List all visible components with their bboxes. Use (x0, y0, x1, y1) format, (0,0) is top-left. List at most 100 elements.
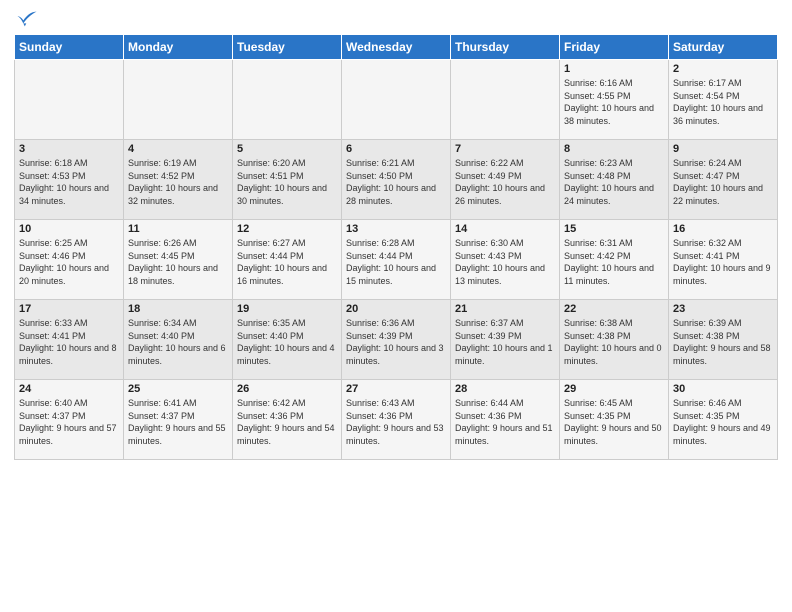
calendar-cell: 9Sunrise: 6:24 AM Sunset: 4:47 PM Daylig… (669, 140, 778, 220)
day-number: 12 (237, 223, 337, 235)
weekday-header-friday: Friday (560, 35, 669, 60)
calendar-cell: 30 Sunrise: 6:46 AM Sunset: 4:35 PM Dayli… (669, 380, 778, 460)
day-info: Sunrise: 6:23 AM Sunset: 4:48 PM Dayligh… (564, 157, 664, 207)
week-row-4: 24 Sunrise: 6:40 AM Sunset: 4:37 PM Dayli… (15, 380, 778, 460)
calendar-cell: 29 Sunrise: 6:45 AM Sunset: 4:35 PM Dayli… (560, 380, 669, 460)
day-number: 26 (237, 383, 337, 395)
day-info: Sunrise: 6:20 AM Sunset: 4:51 PM Dayligh… (237, 157, 337, 207)
weekday-header-thursday: Thursday (451, 35, 560, 60)
logo-bird-icon (16, 10, 38, 28)
day-info: Sunrise: 6:19 AM Sunset: 4:52 PM Dayligh… (128, 157, 228, 207)
day-info: Sunrise: 6:22 AM Sunset: 4:49 PM Dayligh… (455, 157, 555, 207)
calendar-cell: 13Sunrise: 6:28 AM Sunset: 4:44 PM Dayli… (342, 220, 451, 300)
calendar-cell: 6 Sunrise: 6:21 AM Sunset: 4:50 PM Daylig… (342, 140, 451, 220)
day-info: Sunrise: 6:26 AM Sunset: 4:45 PM Dayligh… (128, 237, 228, 287)
day-number: 18 (128, 303, 228, 315)
day-info: Sunrise: 6:46 AM Sunset: 4:35 PM Dayligh… (673, 397, 773, 447)
day-number: 29 (564, 383, 664, 395)
day-info: Sunrise: 6:45 AM Sunset: 4:35 PM Dayligh… (564, 397, 664, 447)
day-info: Sunrise: 6:27 AM Sunset: 4:44 PM Dayligh… (237, 237, 337, 287)
day-number: 4 (128, 143, 228, 155)
calendar-cell: 24 Sunrise: 6:40 AM Sunset: 4:37 PM Dayli… (15, 380, 124, 460)
calendar-cell: 10 Sunrise: 6:25 AM Sunset: 4:46 PM Dayli… (15, 220, 124, 300)
day-info: Sunrise: 6:44 AM Sunset: 4:36 PM Dayligh… (455, 397, 555, 447)
calendar-cell: 28 Sunrise: 6:44 AM Sunset: 4:36 PM Dayli… (451, 380, 560, 460)
day-info: Sunrise: 6:30 AM Sunset: 4:43 PM Dayligh… (455, 237, 555, 287)
calendar-cell (233, 60, 342, 140)
day-info: Sunrise: 6:21 AM Sunset: 4:50 PM Dayligh… (346, 157, 446, 207)
weekday-header-row: SundayMondayTuesdayWednesdayThursdayFrid… (15, 35, 778, 60)
calendar-table: SundayMondayTuesdayWednesdayThursdayFrid… (14, 34, 778, 460)
calendar-cell: 15 Sunrise: 6:31 AM Sunset: 4:42 PM Dayli… (560, 220, 669, 300)
day-info: Sunrise: 6:36 AM Sunset: 4:39 PM Dayligh… (346, 317, 446, 367)
calendar-cell: 19 Sunrise: 6:35 AM Sunset: 4:40 PM Dayli… (233, 300, 342, 380)
week-row-2: 10 Sunrise: 6:25 AM Sunset: 4:46 PM Dayli… (15, 220, 778, 300)
calendar-cell: 23Sunrise: 6:39 AM Sunset: 4:38 PM Dayli… (669, 300, 778, 380)
day-number: 27 (346, 383, 446, 395)
day-info: Sunrise: 6:42 AM Sunset: 4:36 PM Dayligh… (237, 397, 337, 447)
calendar-cell: 17 Sunrise: 6:33 AM Sunset: 4:41 PM Dayli… (15, 300, 124, 380)
day-info: Sunrise: 6:37 AM Sunset: 4:39 PM Dayligh… (455, 317, 555, 367)
day-number: 25 (128, 383, 228, 395)
header (14, 10, 778, 28)
calendar-cell: 25 Sunrise: 6:41 AM Sunset: 4:37 PM Dayli… (124, 380, 233, 460)
day-number: 2 (673, 63, 773, 75)
day-number: 14 (455, 223, 555, 235)
day-number: 17 (19, 303, 119, 315)
day-number: 22 (564, 303, 664, 315)
day-info: Sunrise: 6:33 AM Sunset: 4:41 PM Dayligh… (19, 317, 119, 367)
day-info: Sunrise: 6:17 AM Sunset: 4:54 PM Dayligh… (673, 77, 773, 127)
day-number: 20 (346, 303, 446, 315)
day-number: 21 (455, 303, 555, 315)
calendar-cell: 1Sunrise: 6:16 AM Sunset: 4:55 PM Daylig… (560, 60, 669, 140)
weekday-header-wednesday: Wednesday (342, 35, 451, 60)
day-number: 5 (237, 143, 337, 155)
day-number: 19 (237, 303, 337, 315)
calendar-cell (451, 60, 560, 140)
calendar-cell: 22 Sunrise: 6:38 AM Sunset: 4:38 PM Dayli… (560, 300, 669, 380)
weekday-header-monday: Monday (124, 35, 233, 60)
page: SundayMondayTuesdayWednesdayThursdayFrid… (0, 0, 792, 466)
day-number: 28 (455, 383, 555, 395)
calendar-cell: 7Sunrise: 6:22 AM Sunset: 4:49 PM Daylig… (451, 140, 560, 220)
calendar-cell: 3 Sunrise: 6:18 AM Sunset: 4:53 PM Daylig… (15, 140, 124, 220)
calendar-cell: 21 Sunrise: 6:37 AM Sunset: 4:39 PM Dayli… (451, 300, 560, 380)
day-number: 3 (19, 143, 119, 155)
day-number: 1 (564, 63, 664, 75)
calendar-cell: 26 Sunrise: 6:42 AM Sunset: 4:36 PM Dayli… (233, 380, 342, 460)
week-row-1: 3 Sunrise: 6:18 AM Sunset: 4:53 PM Daylig… (15, 140, 778, 220)
day-number: 10 (19, 223, 119, 235)
day-info: Sunrise: 6:38 AM Sunset: 4:38 PM Dayligh… (564, 317, 664, 367)
day-number: 8 (564, 143, 664, 155)
day-info: Sunrise: 6:25 AM Sunset: 4:46 PM Dayligh… (19, 237, 119, 287)
day-info: Sunrise: 6:31 AM Sunset: 4:42 PM Dayligh… (564, 237, 664, 287)
calendar-cell: 20 Sunrise: 6:36 AM Sunset: 4:39 PM Dayli… (342, 300, 451, 380)
calendar-cell: 11 Sunrise: 6:26 AM Sunset: 4:45 PM Dayli… (124, 220, 233, 300)
day-info: Sunrise: 6:35 AM Sunset: 4:40 PM Dayligh… (237, 317, 337, 367)
calendar-cell (124, 60, 233, 140)
week-row-3: 17 Sunrise: 6:33 AM Sunset: 4:41 PM Dayli… (15, 300, 778, 380)
day-info: Sunrise: 6:40 AM Sunset: 4:37 PM Dayligh… (19, 397, 119, 447)
day-number: 15 (564, 223, 664, 235)
day-number: 6 (346, 143, 446, 155)
day-number: 13 (346, 223, 446, 235)
day-info: Sunrise: 6:39 AM Sunset: 4:38 PM Dayligh… (673, 317, 773, 367)
calendar-cell: 8 Sunrise: 6:23 AM Sunset: 4:48 PM Daylig… (560, 140, 669, 220)
weekday-header-tuesday: Tuesday (233, 35, 342, 60)
calendar-cell: 16Sunrise: 6:32 AM Sunset: 4:41 PM Dayli… (669, 220, 778, 300)
weekday-header-saturday: Saturday (669, 35, 778, 60)
day-number: 30 (673, 383, 773, 395)
day-info: Sunrise: 6:43 AM Sunset: 4:36 PM Dayligh… (346, 397, 446, 447)
calendar-cell: 18Sunrise: 6:34 AM Sunset: 4:40 PM Dayli… (124, 300, 233, 380)
day-info: Sunrise: 6:18 AM Sunset: 4:53 PM Dayligh… (19, 157, 119, 207)
calendar-cell (342, 60, 451, 140)
weekday-header-sunday: Sunday (15, 35, 124, 60)
calendar-cell: 27 Sunrise: 6:43 AM Sunset: 4:36 PM Dayli… (342, 380, 451, 460)
calendar-cell: 14 Sunrise: 6:30 AM Sunset: 4:43 PM Dayli… (451, 220, 560, 300)
day-info: Sunrise: 6:32 AM Sunset: 4:41 PM Dayligh… (673, 237, 773, 287)
day-info: Sunrise: 6:41 AM Sunset: 4:37 PM Dayligh… (128, 397, 228, 447)
logo (14, 10, 38, 28)
day-number: 24 (19, 383, 119, 395)
week-row-0: 1Sunrise: 6:16 AM Sunset: 4:55 PM Daylig… (15, 60, 778, 140)
day-number: 11 (128, 223, 228, 235)
